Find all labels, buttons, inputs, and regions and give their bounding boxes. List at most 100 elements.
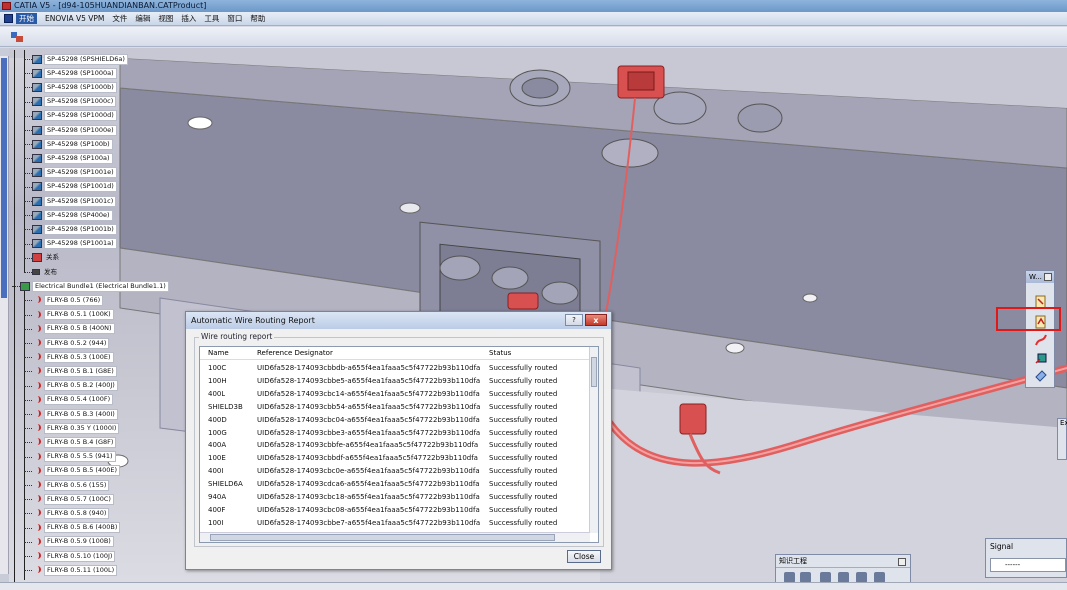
- menu-file[interactable]: 文件: [112, 13, 127, 24]
- report-cell-status: Successfully routed: [489, 364, 558, 372]
- tree-wire-node[interactable]: FLRY-B 0.5.8 (940): [24, 507, 110, 519]
- menu-tools[interactable]: 工具: [204, 13, 219, 24]
- tree-node-label: FLRY-B 0.5 5.5 (941): [44, 451, 116, 463]
- report-row[interactable]: 100C UID6fa528-174093cbbdb-a655f4ea1faaa5…: [200, 362, 590, 375]
- tree-node-label: 关系: [46, 253, 59, 262]
- report-row[interactable]: SHIELD6A UID6fa528-174093cdca6-a655f4ea1f…: [200, 478, 590, 491]
- report-row[interactable]: 940A UID6fa528-174093cbc18-a655f4ea1faaa5…: [200, 491, 590, 504]
- group-title: Wire routing report: [199, 332, 275, 341]
- tree-wire-node[interactable]: FLRY-B 0.5.11 (100L): [24, 564, 118, 576]
- tree-node[interactable]: 发布: [24, 266, 59, 278]
- close-button[interactable]: Close: [567, 550, 601, 563]
- report-cell-status: Successfully routed: [489, 505, 558, 514]
- tree-node[interactable]: SP-45298 (SP100a): [24, 152, 113, 164]
- document-icon[interactable]: [4, 14, 13, 23]
- tree-node[interactable]: SP-45298 (SP100b): [24, 138, 113, 150]
- menu-insert[interactable]: 插入: [181, 13, 196, 24]
- tree-scrollbar[interactable]: [0, 48, 9, 582]
- signal-field[interactable]: ------: [990, 558, 1066, 572]
- report-cell-ref: UID6fa528-174093cbbdf-a655f4ea1faaa5c5f4…: [257, 454, 478, 463]
- tree-node[interactable]: SP-45298 (SP1000c): [24, 96, 117, 108]
- tree-wire-node[interactable]: FLRY-B 0.5.7 (100C): [24, 493, 114, 505]
- menu-edit[interactable]: 编辑: [135, 13, 150, 24]
- menu-window[interactable]: 窗口: [227, 13, 242, 24]
- window-title-bar: CATIA V5 - [d94-105HUANDIANBAN.CATProduc…: [0, 0, 1067, 12]
- menu-view[interactable]: 视图: [158, 13, 173, 24]
- report-row[interactable]: 400F UID6fa528-174093cbc08-a655f4ea1faaa5…: [200, 504, 590, 517]
- tree-wire-node[interactable]: FLRY-B 0.5.4 (100F): [24, 394, 114, 406]
- tree-node-label: FLRY-B 0.5.8 (940): [44, 507, 110, 519]
- bundle-segment-icon[interactable]: [1034, 351, 1048, 365]
- scrollbar-thumb[interactable]: [1, 58, 7, 298]
- tree-node[interactable]: SP-45298 (SP1001e): [24, 167, 117, 179]
- wire-icon: [32, 423, 42, 433]
- tree-node[interactable]: SP-45298 (SP1000d): [24, 110, 117, 122]
- tree-node-label: FLRY-B 0.5 B.6 (400B): [44, 522, 121, 534]
- scroll-down-arrow[interactable]: [0, 574, 9, 582]
- menu-enovia[interactable]: ENOVIA V5 VPM: [45, 14, 104, 23]
- report-row[interactable]: SHIELD3B UID6fa528-174093cbb54-a655f4ea1f…: [200, 401, 590, 414]
- tree-wire-node[interactable]: FLRY-B 0.5.1 (100K): [24, 309, 114, 321]
- tree-wire-node[interactable]: FLRY-B 0.5 B.6 (400B): [24, 522, 121, 534]
- toolbar-close-icon[interactable]: [1044, 273, 1052, 281]
- dialog-close-icon[interactable]: x: [585, 314, 607, 326]
- tree-wire-node[interactable]: FLRY-B 0.35 Y (1000I): [24, 422, 120, 434]
- report-row[interactable]: 400L UID6fa528-174093cbc14-a655f4ea1faaa5…: [200, 388, 590, 401]
- tree-node[interactable]: SP-45298 (SP1000e): [24, 124, 117, 136]
- tree-node[interactable]: SP-45298 (SP1000b): [24, 81, 117, 93]
- menu-help[interactable]: 帮助: [250, 13, 265, 24]
- scroll-up-arrow[interactable]: [0, 48, 9, 56]
- menu-bar: 开始 ENOVIA V5 VPM 文件 编辑 视图 插入 工具 窗口 帮助: [0, 12, 1067, 26]
- column-header-reference[interactable]: Reference Designator: [257, 347, 333, 360]
- report-list[interactable]: Name Reference Designator Status 100C UID…: [199, 346, 599, 543]
- tree-wire-node[interactable]: FLRY-B 0.5.6 (155): [24, 479, 110, 491]
- report-row[interactable]: 400I UID6fa528-174093cbc0e-a655f4ea1faaa5…: [200, 465, 590, 478]
- tree-node[interactable]: SP-45298 (SP1001d): [24, 181, 117, 193]
- tree-node[interactable]: SP-45298 (SP1000a): [24, 67, 117, 79]
- report-row[interactable]: 400D UID6fa528-174093cbc04-a655f4ea1faaa5…: [200, 414, 590, 427]
- tree-wire-node[interactable]: FLRY-B 0.5.3 (100E): [24, 351, 114, 363]
- tree-node-label: FLRY-B 0.5.1 (100K): [44, 309, 114, 321]
- report-cell-ref: UID6fa528-174093cbc0e-a655f4ea1faaa5c5f4…: [257, 467, 480, 476]
- tree-node[interactable]: Electrical Bundle1 (Electrical Bundle1.1…: [12, 280, 169, 292]
- tree-wire-node[interactable]: FLRY-B 0.5 B.5 (400E): [24, 465, 121, 477]
- tree-node[interactable]: SP-45298 (SP1001c): [24, 195, 117, 207]
- tree-wire-node[interactable]: FLRY-B 0.5 B (400N): [24, 323, 115, 335]
- list-horizontal-scrollbar[interactable]: [200, 532, 590, 542]
- tree-wire-node[interactable]: FLRY-B 0.5 B.2 (400J): [24, 380, 118, 392]
- tree-node[interactable]: SP-45298 (SP1001a): [24, 238, 117, 250]
- wire-icon: [32, 480, 42, 490]
- tree-node[interactable]: SP-45298 (SP400e): [24, 209, 113, 221]
- tree-node[interactable]: 关系: [24, 252, 61, 264]
- tree-node-label: FLRY-B 0.5.11 (100L): [44, 564, 118, 576]
- report-row[interactable]: 100E UID6fa528-174093cbbdf-a655f4ea1faaa5…: [200, 452, 590, 465]
- tree-wire-node[interactable]: FLRY-B 0.5 (766): [24, 294, 104, 306]
- tree-wire-node[interactable]: FLRY-B 0.5 B.1 (G8E): [24, 365, 117, 377]
- tree-wire-node[interactable]: FLRY-B 0.5.9 (100B): [24, 536, 114, 548]
- menu-start[interactable]: 开始: [16, 13, 37, 24]
- wire-analysis-icon[interactable]: [1034, 369, 1048, 383]
- list-vertical-scrollbar[interactable]: [589, 347, 598, 533]
- report-row[interactable]: 100G UID6fa528-174093cbbe3-a655f4ea1faaa5…: [200, 427, 590, 440]
- column-header-name[interactable]: Name: [208, 347, 229, 360]
- wire-path-icon[interactable]: [1034, 333, 1048, 347]
- report-row[interactable]: 100I UID6fa528-174093cbbe7-a655f4ea1faaa5…: [200, 517, 590, 530]
- report-cell-name: 100H: [208, 376, 227, 385]
- wire-icon: [32, 324, 42, 334]
- part-icon: [32, 111, 42, 121]
- tree-wire-node[interactable]: FLRY-B 0.5.2 (944): [24, 337, 110, 349]
- help-button[interactable]: ?: [565, 314, 583, 326]
- product-tool-icon[interactable]: [10, 31, 24, 43]
- column-header-status[interactable]: Status: [489, 347, 511, 360]
- wire-icon: [32, 508, 42, 518]
- tree-wire-node[interactable]: FLRY-B 0.5.10 (100J): [24, 550, 116, 562]
- tree-wire-node[interactable]: FLRY-B 0.5 B.3 (400I): [24, 408, 118, 420]
- report-row[interactable]: 400A UID6fa528-174093cbbfe-a655f4ea1faaa5…: [200, 439, 590, 452]
- tree-wire-node[interactable]: FLRY-B 0.5 B.4 (G8F): [24, 436, 117, 448]
- toolbar-close-icon[interactable]: [898, 558, 906, 566]
- report-cell-ref: UID6fa528-174093cbbe5-a655f4ea1faaa5c5f4…: [257, 376, 481, 385]
- tree-node[interactable]: SP-45298 (SP1001b): [24, 223, 117, 235]
- tree-node[interactable]: SP-45298 (SPSHIELD6a): [24, 53, 128, 65]
- tree-wire-node[interactable]: FLRY-B 0.5 5.5 (941): [24, 451, 116, 463]
- report-row[interactable]: 100H UID6fa528-174093cbbe5-a655f4ea1faaa5…: [200, 375, 590, 388]
